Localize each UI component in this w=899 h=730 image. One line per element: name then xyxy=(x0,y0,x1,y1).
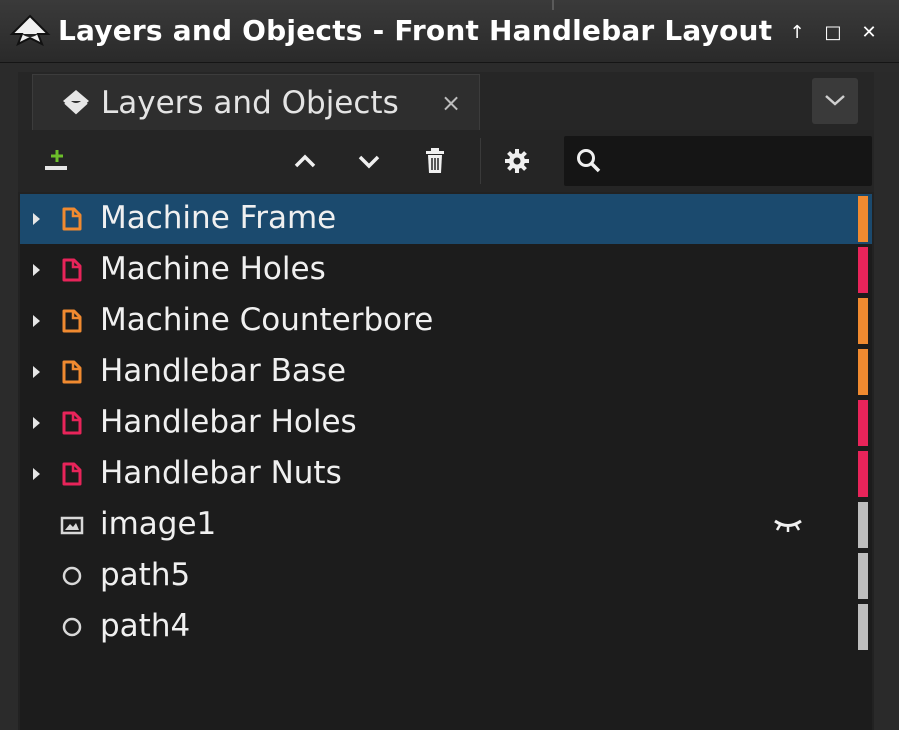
gear-icon[interactable] xyxy=(502,146,532,176)
color-tag[interactable] xyxy=(858,451,868,497)
list-item-label: Machine Counterbore xyxy=(100,302,434,338)
color-tag[interactable] xyxy=(858,247,868,293)
color-tag[interactable] xyxy=(858,196,868,242)
add-layer-button[interactable] xyxy=(42,146,72,176)
layers-objects-list: Machine Frame Machine Holes Machine Counte… xyxy=(20,194,872,730)
layer-icon xyxy=(62,309,82,333)
path-icon xyxy=(62,566,82,586)
layers-dock-panel: Layers and Objects × Machine Frame Machi… xyxy=(18,72,874,730)
list-item[interactable]: Machine Frame xyxy=(20,194,872,244)
expand-arrow-icon[interactable] xyxy=(30,466,42,482)
color-tag[interactable] xyxy=(858,349,868,395)
hidden-eye-icon[interactable] xyxy=(772,514,804,536)
move-down-button[interactable] xyxy=(354,146,384,176)
expand-arrow-icon[interactable] xyxy=(30,364,42,380)
list-item-label: Handlebar Nuts xyxy=(100,455,342,491)
search-icon xyxy=(577,149,601,173)
layers-toolbar xyxy=(18,130,874,192)
expand-arrow-icon[interactable] xyxy=(30,313,42,329)
chevron-down-icon xyxy=(825,95,845,106)
layers-icon xyxy=(63,90,89,115)
keep-above-button[interactable]: ↑ xyxy=(786,22,808,44)
image-icon xyxy=(60,516,84,535)
tab-close-button[interactable]: × xyxy=(441,89,461,117)
list-item[interactable]: Machine Counterbore xyxy=(20,296,872,346)
list-item[interactable]: Handlebar Holes xyxy=(20,398,872,448)
list-item-label: path5 xyxy=(100,557,191,593)
layer-icon xyxy=(62,360,82,384)
list-item[interactable]: Handlebar Nuts xyxy=(20,449,872,499)
color-tag[interactable] xyxy=(858,502,868,548)
list-item-label: Machine Holes xyxy=(100,251,326,287)
expand-arrow-icon[interactable] xyxy=(30,211,42,227)
layer-icon xyxy=(62,462,82,486)
search-box[interactable] xyxy=(564,136,872,186)
color-tag[interactable] xyxy=(858,604,868,650)
tab-menu-button[interactable] xyxy=(812,78,858,124)
list-item-label: Machine Frame xyxy=(100,200,337,236)
tab-layers-and-objects[interactable]: Layers and Objects × xyxy=(32,74,480,131)
outer-scroll-area xyxy=(874,72,899,730)
path-icon xyxy=(62,617,82,637)
toolbar-separator xyxy=(480,138,481,184)
list-item-label: Handlebar Base xyxy=(100,353,347,389)
move-up-button[interactable] xyxy=(290,146,320,176)
list-item[interactable]: path4 xyxy=(20,602,872,652)
list-item-label: Handlebar Holes xyxy=(100,404,357,440)
list-item-label: image1 xyxy=(100,506,217,542)
layer-icon xyxy=(62,258,82,282)
color-tag[interactable] xyxy=(858,298,868,344)
list-item[interactable]: path5 xyxy=(20,551,872,601)
window-title: Layers and Objects - Front Handlebar Lay… xyxy=(58,14,773,47)
window-titlebar: Layers and Objects - Front Handlebar Lay… xyxy=(0,0,899,63)
layer-icon xyxy=(62,411,82,435)
color-tag[interactable] xyxy=(858,400,868,446)
delete-button[interactable] xyxy=(420,146,450,176)
close-window-button[interactable]: ✕ xyxy=(858,22,880,44)
list-item[interactable]: Machine Holes xyxy=(20,245,872,295)
list-item[interactable]: Handlebar Base xyxy=(20,347,872,397)
inkscape-logo-icon xyxy=(9,14,51,47)
list-item-label: path4 xyxy=(100,608,191,644)
list-item[interactable]: image1 xyxy=(20,500,872,550)
layer-icon xyxy=(62,207,82,231)
search-input[interactable] xyxy=(610,144,864,178)
expand-arrow-icon[interactable] xyxy=(30,262,42,278)
maximize-button[interactable]: □ xyxy=(822,22,844,44)
color-tag[interactable] xyxy=(858,553,868,599)
expand-arrow-icon[interactable] xyxy=(30,415,42,431)
dock-tabstrip: Layers and Objects × xyxy=(18,72,874,131)
titlebar-divider xyxy=(552,0,554,10)
tab-label: Layers and Objects xyxy=(101,85,399,121)
